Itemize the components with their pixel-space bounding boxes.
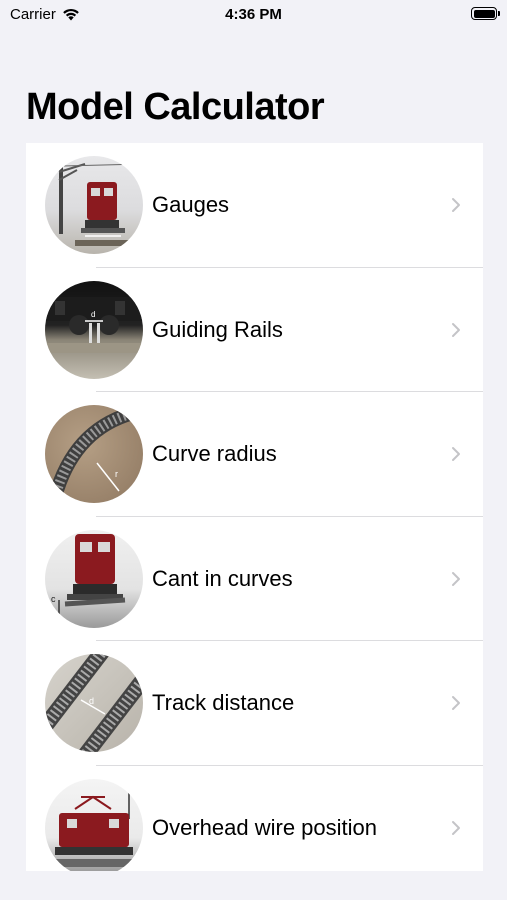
- item-label-gauges: Gauges: [152, 192, 230, 218]
- svg-text:d: d: [89, 696, 94, 706]
- parallel-tracks-icon: d: [45, 654, 143, 753]
- battery-icon: [471, 7, 500, 20]
- item-label-guiding-rails: Guiding Rails: [152, 316, 283, 342]
- locomotive-gauge-icon: [45, 156, 143, 255]
- chevron-right-icon: [445, 322, 467, 338]
- curved-track-icon: r: [45, 405, 143, 504]
- pantograph-locomotive-icon: h: [45, 778, 143, 871]
- wheel-guide-icon: d: [45, 280, 143, 379]
- svg-text:c: c: [51, 594, 56, 604]
- list-item-curve-radius[interactable]: r Curve radius: [26, 392, 483, 517]
- chevron-right-icon: [445, 197, 467, 213]
- item-label-track-distance: Track distance: [152, 690, 295, 716]
- list-item-gauges[interactable]: Gauges: [26, 143, 483, 268]
- item-label-overhead-wire-position: Overhead wire position: [152, 814, 378, 840]
- item-label-curve-radius: Curve radius: [152, 441, 277, 467]
- cant-locomotive-icon: c: [45, 529, 143, 628]
- list-item-cant-in-curves[interactable]: c Cant in curves: [26, 517, 483, 642]
- status-time: 4:36 PM: [225, 6, 282, 23]
- chevron-right-icon: [445, 820, 467, 836]
- chevron-right-icon: [445, 446, 467, 462]
- svg-text:d: d: [91, 310, 95, 319]
- chevron-right-icon: [445, 695, 467, 711]
- page-title: Model Calculator: [26, 86, 325, 128]
- calculator-list: Gauges d Guiding Rails r Curve radius c …: [26, 143, 483, 871]
- item-label-cant-in-curves: Cant in curves: [152, 565, 293, 591]
- list-item-track-distance[interactable]: d Track distance: [26, 641, 483, 766]
- status-bar: Carrier 4:36 PM: [0, 0, 507, 28]
- svg-text:h: h: [131, 788, 135, 797]
- list-item-overhead-wire-position[interactable]: h Overhead wire position: [26, 766, 483, 871]
- chevron-right-icon: [445, 571, 467, 587]
- svg-text:r: r: [115, 469, 118, 479]
- list-item-guiding-rails[interactable]: d Guiding Rails: [26, 268, 483, 393]
